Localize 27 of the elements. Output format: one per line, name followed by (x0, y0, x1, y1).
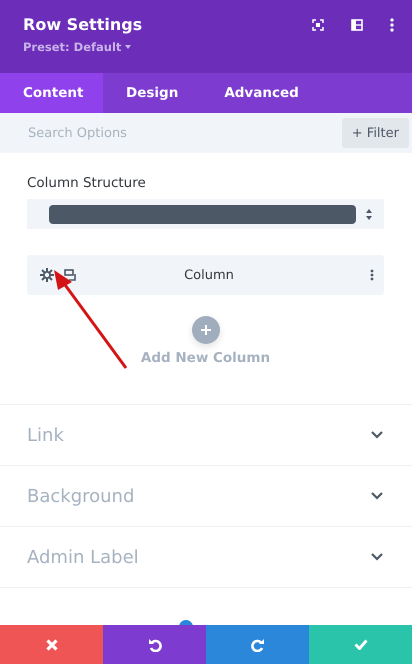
close-icon (46, 638, 58, 650)
chevron-down-icon (371, 492, 383, 500)
plus-icon (200, 325, 210, 335)
duplicate-icon[interactable] (64, 269, 78, 281)
preset-dropdown[interactable]: Preset: Default (23, 40, 132, 54)
panel-title: Row Settings (23, 15, 142, 34)
chevron-down-icon (371, 553, 383, 561)
search-field[interactable]: Search Options (26, 124, 230, 142)
gear-icon[interactable] (40, 268, 54, 282)
chevron-down-icon (371, 431, 383, 439)
split-view-icon[interactable] (351, 19, 363, 31)
caret-icon (125, 45, 132, 49)
expand-icon[interactable] (312, 19, 324, 31)
checkmark-icon (354, 639, 368, 650)
filter-button[interactable]: + Filter (342, 118, 409, 148)
undo-icon (148, 638, 162, 652)
column-label: Column (183, 268, 235, 282)
field-label: Column Structure (27, 175, 147, 191)
redo-icon (250, 638, 264, 652)
column-structure-select[interactable] (27, 199, 384, 229)
column-item[interactable]: Column (27, 255, 384, 295)
tab[interactable]: Advanced (201, 73, 322, 113)
more-options-icon[interactable] (370, 269, 374, 281)
tab[interactable]: Design (103, 73, 202, 113)
tab[interactable]: Content (0, 73, 103, 113)
more-options-icon[interactable] (390, 18, 394, 32)
select-arrows-icon (366, 208, 372, 220)
